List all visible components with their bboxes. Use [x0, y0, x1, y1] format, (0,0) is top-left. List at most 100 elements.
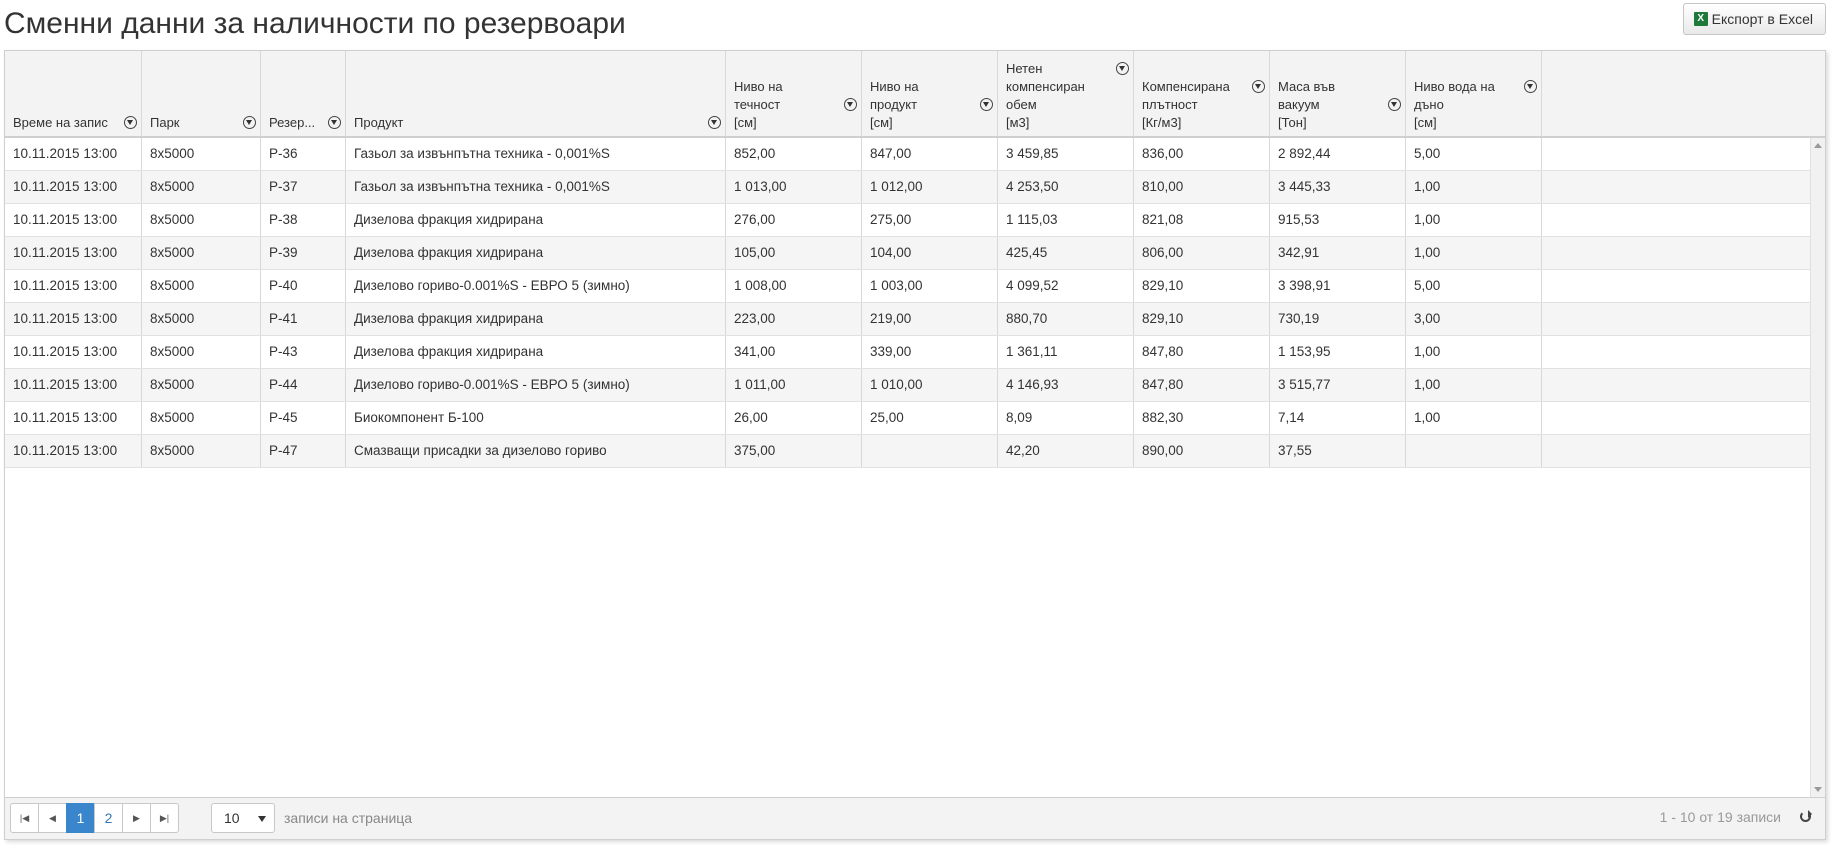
cell-mass: 342,91: [1270, 237, 1406, 269]
cell-prodlvl: 339,00: [862, 336, 998, 368]
cell-prodlvl: 1 010,00: [862, 369, 998, 401]
grid-body: 10.11.2015 13:00 8x5000 P-36 Газьол за извъ…: [5, 138, 1813, 468]
cell-park: 8x5000: [142, 138, 261, 170]
cell-tank: P-37: [261, 171, 346, 203]
column-header-prodlvl[interactable]: Ниво на продукт [см]: [862, 51, 998, 136]
table-row[interactable]: 10.11.2015 13:00 8x5000 P-43 Дизелова фракц…: [5, 336, 1813, 369]
filter-icon[interactable]: [980, 98, 993, 111]
cell-product: Дизелова фракция хидрирана: [346, 237, 726, 269]
cell-water: 5,00: [1406, 270, 1542, 302]
filter-icon[interactable]: [243, 116, 256, 129]
cell-product: Дизелово гориво-0.001%S - ЕВРО 5 (зимно): [346, 270, 726, 302]
column-header-park[interactable]: Парк: [142, 51, 261, 136]
cell-park: 8x5000: [142, 171, 261, 203]
cell-mass: 1 153,95: [1270, 336, 1406, 368]
table-row[interactable]: 10.11.2015 13:00 8x5000 P-38 Дизелова фракц…: [5, 204, 1813, 237]
cell-volume: 8,09: [998, 402, 1134, 434]
cell-prodlvl: 275,00: [862, 204, 998, 236]
column-header-volume[interactable]: Нетен компенсиран обем [м3]: [998, 51, 1134, 136]
table-row[interactable]: 10.11.2015 13:00 8x5000 P-44 Дизелово горив…: [5, 369, 1813, 402]
filter-icon[interactable]: [1524, 80, 1537, 93]
vertical-scrollbar[interactable]: [1810, 138, 1825, 797]
cell-time: 10.11.2015 13:00: [5, 237, 142, 269]
column-header-mass[interactable]: Маса във вакуум [Тон]: [1270, 51, 1406, 136]
cell-time: 10.11.2015 13:00: [5, 270, 142, 302]
cell-park: 8x5000: [142, 303, 261, 335]
cell-prodlvl: [862, 435, 998, 467]
cell-prodlvl: 1 003,00: [862, 270, 998, 302]
table-row[interactable]: 10.11.2015 13:00 8x5000 P-45 Биокомпонент Б…: [5, 402, 1813, 435]
next-page-button[interactable]: ▶: [122, 803, 151, 833]
cell-volume: 42,20: [998, 435, 1134, 467]
column-header-label: Ниво на продукт [см]: [870, 79, 919, 130]
page-2-button[interactable]: 2: [94, 803, 123, 833]
cell-volume: 4 253,50: [998, 171, 1134, 203]
cell-liquid: 1 008,00: [726, 270, 862, 302]
filter-icon[interactable]: [124, 116, 137, 129]
column-header-density[interactable]: Компенсирана плътност [Кг/м3]: [1134, 51, 1270, 136]
cell-density: 847,80: [1134, 336, 1270, 368]
cell-mass: 730,19: [1270, 303, 1406, 335]
grid-pager: |◀ ◀ 1 2 ▶ ▶| 10 записи на страница 1 - …: [5, 797, 1825, 839]
filter-icon[interactable]: [708, 116, 721, 129]
column-header-label: Маса във вакуум [Тон]: [1278, 79, 1336, 130]
table-row[interactable]: 10.11.2015 13:00 8x5000 P-39 Дизелова фракц…: [5, 237, 1813, 270]
page-1-button[interactable]: 1: [66, 803, 95, 833]
cell-liquid: 1 011,00: [726, 369, 862, 401]
cell-prodlvl: 847,00: [862, 138, 998, 170]
refresh-icon[interactable]: [1800, 810, 1812, 822]
cell-time: 10.11.2015 13:00: [5, 369, 142, 401]
table-row[interactable]: 10.11.2015 13:00 8x5000 P-47 Смазващи приса…: [5, 435, 1813, 468]
export-excel-label: Експорт в Excel: [1711, 11, 1813, 27]
table-row[interactable]: 10.11.2015 13:00 8x5000 P-41 Дизелова фракц…: [5, 303, 1813, 336]
filter-icon[interactable]: [1388, 98, 1401, 111]
scroll-up-arrow-icon[interactable]: [1814, 143, 1822, 148]
cell-density: 890,00: [1134, 435, 1270, 467]
cell-tank: P-43: [261, 336, 346, 368]
cell-prodlvl: 1 012,00: [862, 171, 998, 203]
export-excel-button[interactable]: X Експорт в Excel: [1682, 3, 1826, 35]
cell-time: 10.11.2015 13:00: [5, 435, 142, 467]
cell-water: 3,00: [1406, 303, 1542, 335]
page-size-select[interactable]: 10: [211, 803, 275, 833]
cell-tank: P-44: [261, 369, 346, 401]
first-page-button[interactable]: |◀: [10, 803, 39, 833]
cell-density: 829,10: [1134, 270, 1270, 302]
cell-mass: 3 445,33: [1270, 171, 1406, 203]
first-page-icon: |◀: [19, 812, 30, 823]
last-page-button[interactable]: ▶|: [150, 803, 179, 833]
table-row[interactable]: 10.11.2015 13:00 8x5000 P-40 Дизелово горив…: [5, 270, 1813, 303]
cell-mass: 37,55: [1270, 435, 1406, 467]
cell-water: 1,00: [1406, 369, 1542, 401]
cell-park: 8x5000: [142, 270, 261, 302]
page-size-value: 10: [224, 810, 240, 826]
filter-icon[interactable]: [1116, 62, 1129, 75]
cell-volume: 880,70: [998, 303, 1134, 335]
cell-mass: 2 892,44: [1270, 138, 1406, 170]
filter-icon[interactable]: [844, 98, 857, 111]
cell-prodlvl: 25,00: [862, 402, 998, 434]
column-header-label: Време на запис: [13, 115, 108, 130]
column-header-water[interactable]: Ниво вода на дъно [см]: [1406, 51, 1542, 136]
cell-liquid: 276,00: [726, 204, 862, 236]
column-header-liquid[interactable]: Ниво на течност [см]: [726, 51, 862, 136]
prev-page-button[interactable]: ◀: [38, 803, 67, 833]
column-header-time[interactable]: Време на запис: [5, 51, 142, 136]
cell-tank: P-39: [261, 237, 346, 269]
table-row[interactable]: 10.11.2015 13:00 8x5000 P-36 Газьол за извъ…: [5, 138, 1813, 171]
table-row[interactable]: 10.11.2015 13:00 8x5000 P-37 Газьол за извъ…: [5, 171, 1813, 204]
cell-volume: 1 115,03: [998, 204, 1134, 236]
scroll-down-arrow-icon[interactable]: [1814, 787, 1822, 792]
cell-time: 10.11.2015 13:00: [5, 303, 142, 335]
column-header-tank[interactable]: Резер...: [261, 51, 346, 136]
filter-icon[interactable]: [328, 116, 341, 129]
column-header-product[interactable]: Продукт: [346, 51, 726, 136]
cell-time: 10.11.2015 13:00: [5, 336, 142, 368]
cell-product: Дизелова фракция хидрирана: [346, 303, 726, 335]
next-page-icon: ▶: [133, 812, 140, 823]
cell-time: 10.11.2015 13:00: [5, 138, 142, 170]
cell-water: [1406, 435, 1542, 467]
filter-icon[interactable]: [1252, 80, 1265, 93]
column-header-label: Резер...: [269, 115, 316, 130]
grid-header: Време на запис Парк Резер... Продукт Ниво на…: [5, 51, 1825, 138]
